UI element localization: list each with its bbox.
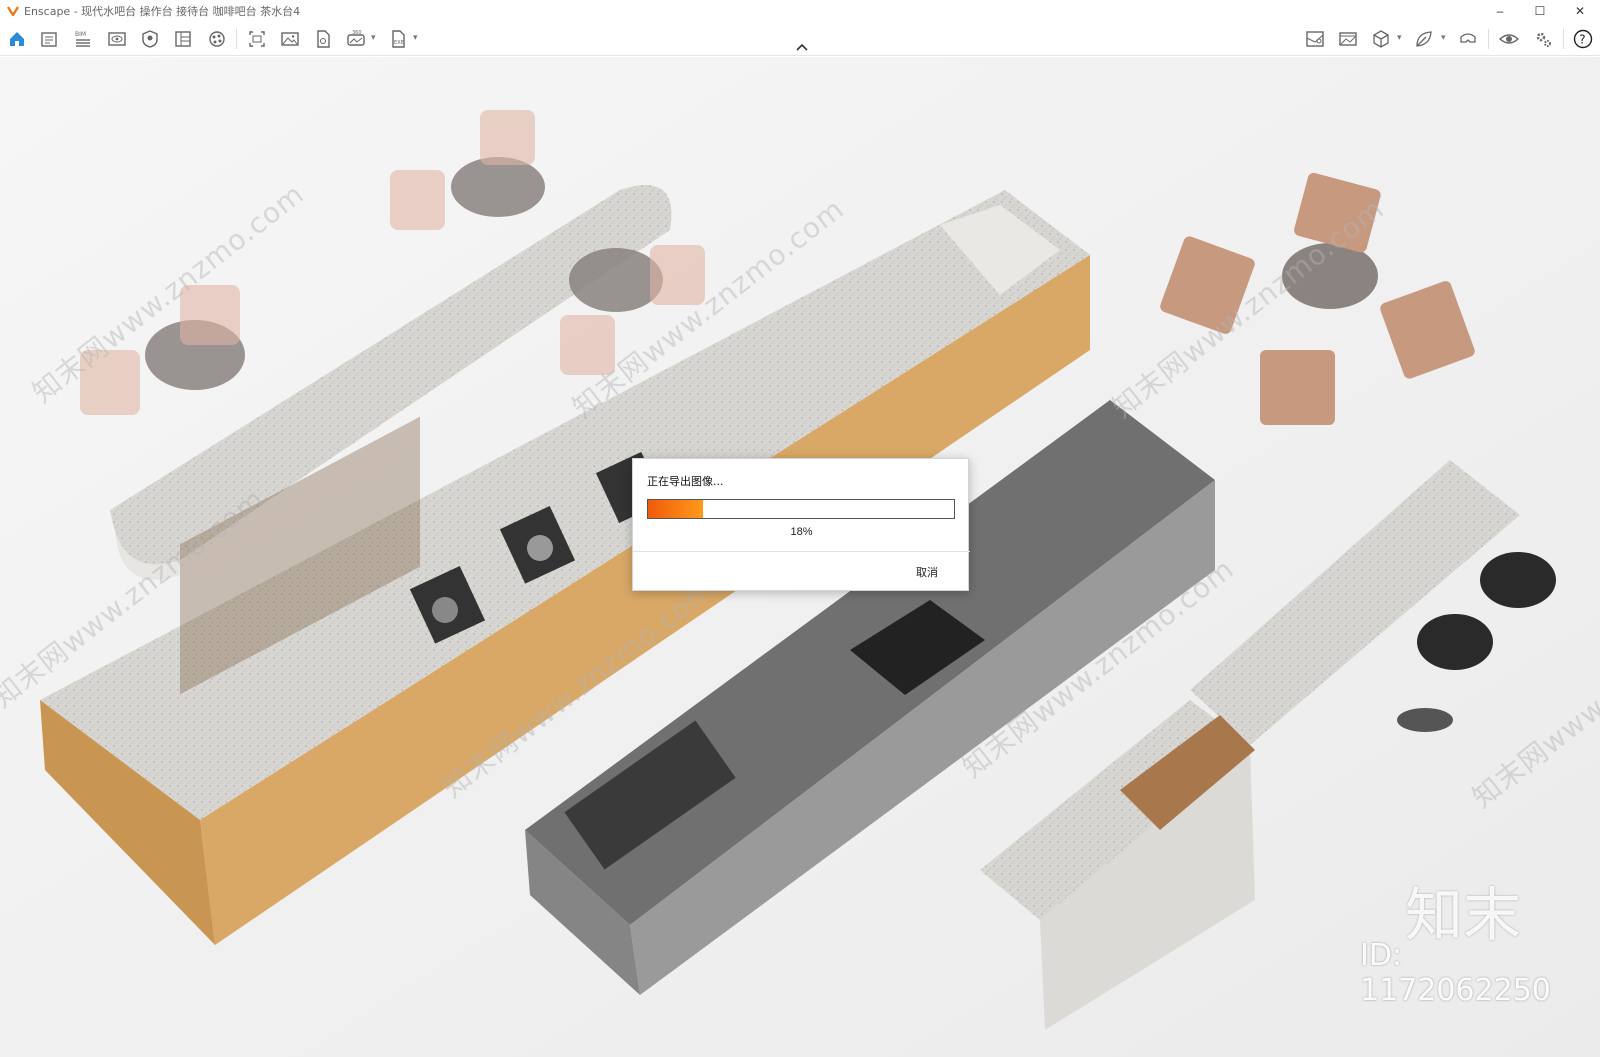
cube-button[interactable] xyxy=(1368,27,1394,51)
render-settings-icon xyxy=(142,30,158,48)
screenshot-icon xyxy=(249,31,265,47)
minimize-button[interactable]: – xyxy=(1480,0,1520,22)
panorama-button[interactable]: 360 xyxy=(343,27,369,51)
help-icon: ? xyxy=(1573,29,1593,49)
panorama-label: 360 xyxy=(352,30,362,36)
map-button[interactable] xyxy=(1302,27,1328,51)
exe-export-icon: EXE xyxy=(392,30,405,48)
home-icon xyxy=(10,32,24,46)
bim-info-icon: BIM xyxy=(75,31,90,47)
material-button[interactable] xyxy=(204,27,230,51)
exe-export-button[interactable]: EXE xyxy=(385,27,411,51)
settings-button[interactable] xyxy=(1530,27,1556,51)
pdf-export-icon xyxy=(317,30,330,48)
exe-dropdown-icon[interactable]: ▾ xyxy=(413,32,418,43)
maximize-button[interactable]: ☐ xyxy=(1520,0,1560,22)
toolbar-divider-help xyxy=(1563,29,1564,49)
title-bar: Enscape - 现代水吧台 操作台 接待台 咖啡吧台 茶水台4 – ☐ ✕ xyxy=(0,0,1600,22)
map-icon xyxy=(1306,31,1324,47)
image-export-button[interactable] xyxy=(277,27,303,51)
image-gallery-icon xyxy=(1339,32,1357,46)
export-progress-dialog: 正在导出图像... 18% 取消 xyxy=(632,458,970,591)
render-settings-button[interactable] xyxy=(137,27,163,51)
cancel-button[interactable]: 取消 xyxy=(916,564,938,580)
exe-label: EXE xyxy=(394,40,404,46)
export-progress-bar xyxy=(647,499,955,519)
material-icon xyxy=(209,31,225,47)
settings-icon xyxy=(1536,32,1551,47)
toolbar-divider-right xyxy=(1488,29,1489,49)
asset-library-icon xyxy=(41,32,57,47)
cube-dropdown-icon[interactable]: ▾ xyxy=(1397,32,1402,43)
asset-library-button[interactable] xyxy=(36,27,62,51)
vr-headset-button[interactable] xyxy=(1455,27,1481,51)
bim-info-button[interactable]: BIM xyxy=(70,27,96,51)
progress-fill xyxy=(648,500,704,518)
panorama-360-icon: 360 xyxy=(347,30,365,46)
screenshot-button[interactable] xyxy=(244,27,270,51)
home-button[interactable] xyxy=(4,27,30,51)
help-button[interactable]: ? xyxy=(1570,27,1596,51)
view-management-icon xyxy=(108,32,126,46)
panorama-dropdown-icon[interactable]: ▾ xyxy=(371,32,376,43)
pdf-export-button[interactable] xyxy=(310,27,336,51)
eye-icon xyxy=(1499,34,1519,44)
batch-render-icon xyxy=(175,31,191,47)
dialog-title: 正在导出图像... xyxy=(647,475,724,488)
window-controls: – ☐ ✕ xyxy=(1480,0,1600,22)
image-export-icon xyxy=(281,32,299,46)
collapse-toolbar-icon[interactable] xyxy=(792,40,812,54)
cube-icon xyxy=(1373,30,1389,48)
vr-headset-icon xyxy=(1460,33,1476,43)
leaf-button[interactable] xyxy=(1411,27,1437,51)
view-management-button[interactable] xyxy=(104,27,130,51)
toolbar-divider xyxy=(236,29,237,49)
image-gallery-button[interactable] xyxy=(1335,27,1361,51)
close-button[interactable]: ✕ xyxy=(1560,0,1600,22)
bim-label: BIM xyxy=(75,31,86,38)
help-label: ? xyxy=(1579,33,1585,47)
dialog-divider xyxy=(633,551,970,552)
progress-percent-label: 18% xyxy=(790,526,813,538)
leaf-icon xyxy=(1416,31,1432,47)
window-title: Enscape - 现代水吧台 操作台 接待台 咖啡吧台 茶水台4 xyxy=(24,5,301,18)
leaf-dropdown-icon[interactable]: ▾ xyxy=(1441,32,1446,43)
batch-render-button[interactable] xyxy=(170,27,196,51)
id-watermark: ID: 1172062250 xyxy=(1360,938,1551,1008)
enscape-logo-icon xyxy=(6,6,20,17)
eye-button[interactable] xyxy=(1496,27,1522,51)
